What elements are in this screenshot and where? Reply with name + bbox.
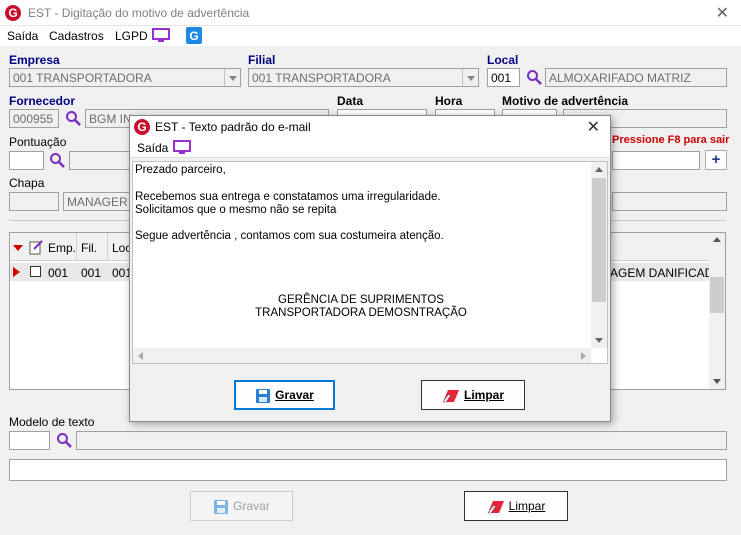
pontuacao-name-field bbox=[69, 151, 131, 170]
email-body-textarea[interactable]: Prezado parceiro, Recebemos sua entrega … bbox=[132, 161, 608, 364]
motivo-label: Motivo de advertência bbox=[502, 94, 629, 108]
row-checkbox[interactable] bbox=[30, 266, 41, 277]
app-logo: G bbox=[134, 119, 150, 135]
email-template-dialog: G EST - Texto padrão do e-mail ✕ Saída P… bbox=[129, 115, 611, 422]
local-code-input[interactable]: 001 bbox=[487, 68, 520, 87]
chapa-label: Chapa bbox=[9, 176, 45, 190]
scroll-right-icon[interactable] bbox=[581, 352, 586, 360]
title-bar: G EST - Digitação do motivo de advertênc… bbox=[0, 0, 741, 26]
monitor-icon[interactable] bbox=[152, 28, 170, 44]
dialog-title: EST - Texto padrão do e-mail bbox=[155, 120, 311, 134]
window-title: EST - Digitação do motivo de advertência bbox=[28, 6, 250, 20]
empresa-select[interactable]: 001 TRANSPORTADORA bbox=[9, 68, 241, 87]
filial-select[interactable]: 001 TRANSPORTADORA bbox=[248, 68, 479, 87]
floppy-disk-icon bbox=[256, 388, 271, 403]
filial-label: Filial bbox=[248, 53, 276, 67]
email-text-field[interactable] bbox=[9, 459, 727, 481]
memo-line: Solicitamos que o mesmo não se repita bbox=[135, 204, 337, 216]
menu-cadastros[interactable]: Cadastros bbox=[49, 29, 104, 43]
close-icon[interactable]: ✕ bbox=[716, 3, 729, 23]
local-name-field: ALMOXARIFADO MATRIZ bbox=[545, 68, 727, 87]
modelo-label: Modelo de texto bbox=[9, 415, 95, 429]
scroll-down-icon[interactable] bbox=[595, 338, 603, 343]
scroll-down-icon[interactable] bbox=[713, 379, 721, 384]
grid-scrollbar[interactable] bbox=[709, 233, 725, 389]
search-icon[interactable] bbox=[526, 69, 542, 85]
dialog-gravar-button[interactable]: Gravar bbox=[234, 380, 335, 410]
modelo-code-input[interactable] bbox=[9, 431, 50, 450]
dialog-title-bar: G EST - Texto padrão do e-mail ✕ bbox=[130, 116, 610, 138]
memo-vscrollbar[interactable] bbox=[591, 162, 607, 348]
pontuacao-extra-input[interactable] bbox=[612, 151, 700, 170]
chapa-code-field bbox=[9, 192, 59, 211]
column-header-fil[interactable]: Fil. bbox=[81, 241, 97, 255]
limpar-button[interactable]: Limpar bbox=[464, 491, 568, 521]
memo-signature-line1: GERÊNCIA DE SUPRIMENTOS bbox=[278, 294, 444, 306]
monitor-icon[interactable] bbox=[173, 140, 191, 156]
floppy-disk-icon bbox=[214, 499, 229, 514]
fornecedor-code-input[interactable]: 000955 bbox=[9, 109, 59, 128]
svg-text:G: G bbox=[189, 29, 198, 43]
modelo-name-field bbox=[76, 431, 727, 450]
row-indicator-icon bbox=[13, 267, 20, 277]
fornecedor-label: Fornecedor bbox=[9, 94, 76, 108]
memo-line: Prezado parceiro, bbox=[135, 164, 226, 176]
add-button[interactable]: + bbox=[705, 150, 727, 170]
chapa-extra-field bbox=[612, 192, 727, 211]
empresa-label: Empresa bbox=[9, 53, 60, 67]
chevron-down-icon[interactable] bbox=[224, 69, 240, 86]
memo-line: Recebemos sua entrega e constatamos uma … bbox=[135, 191, 441, 203]
edit-icon[interactable] bbox=[29, 239, 43, 255]
local-label: Local bbox=[487, 53, 519, 67]
cell-fil: 001 bbox=[81, 266, 102, 280]
memo-line: Segue advertência , contamos com sua cos… bbox=[135, 230, 444, 242]
search-icon[interactable] bbox=[65, 110, 81, 126]
column-header-emp[interactable]: Emp. bbox=[48, 241, 76, 255]
gravar-button: Gravar bbox=[190, 491, 293, 521]
scroll-up-icon[interactable] bbox=[713, 237, 721, 242]
sort-down-icon[interactable] bbox=[13, 245, 23, 251]
search-icon[interactable] bbox=[56, 432, 72, 448]
memo-signature-line2: TRANSPORTADORA DEMOSNTRAÇÃO bbox=[255, 307, 467, 319]
cell-emp: 001 bbox=[48, 266, 69, 280]
dialog-menu-bar: Saída bbox=[130, 138, 610, 158]
scroll-left-icon[interactable] bbox=[138, 352, 143, 360]
cell-motivo: AGEM DANIFICADA bbox=[610, 266, 722, 280]
chapa-name-field: MANAGER bbox=[63, 192, 131, 211]
search-icon[interactable] bbox=[49, 152, 65, 168]
data-label: Data bbox=[337, 94, 364, 108]
chevron-down-icon[interactable] bbox=[462, 69, 478, 86]
memo-hscrollbar[interactable] bbox=[133, 348, 591, 363]
hora-label: Hora bbox=[435, 94, 463, 108]
f8-hint: Pressione F8 para sair bbox=[612, 134, 730, 146]
scroll-thumb[interactable] bbox=[592, 178, 606, 302]
menu-saida[interactable]: Saída bbox=[7, 29, 38, 43]
menu-bar: Saída Cadastros LGPD G bbox=[0, 26, 741, 46]
pontuacao-input[interactable] bbox=[9, 151, 44, 170]
eraser-icon bbox=[487, 500, 504, 514]
dialog-menu-saida[interactable]: Saída bbox=[137, 141, 168, 155]
pontuacao-label: Pontuação bbox=[9, 135, 67, 149]
dialog-limpar-button[interactable]: Limpar bbox=[421, 380, 525, 410]
eraser-icon bbox=[442, 389, 459, 403]
app-g-icon[interactable]: G bbox=[186, 27, 202, 44]
close-icon[interactable]: ✕ bbox=[587, 117, 600, 137]
scroll-thumb[interactable] bbox=[710, 277, 724, 313]
scroll-up-icon[interactable] bbox=[595, 167, 603, 172]
menu-lgpd[interactable]: LGPD bbox=[115, 29, 148, 43]
app-logo: G bbox=[5, 5, 21, 21]
